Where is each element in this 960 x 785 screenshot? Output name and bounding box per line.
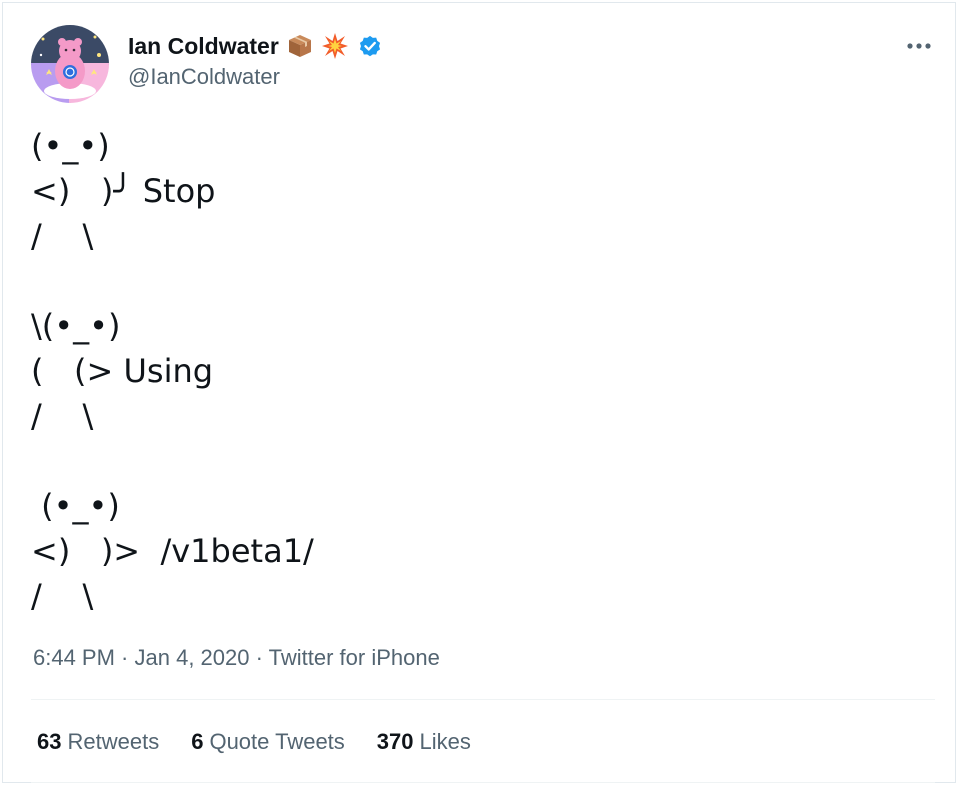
tweet-date: Jan 4, 2020 (134, 645, 250, 670)
tweet-stats: 63 Retweets 6 Quote Tweets 370 Likes (37, 729, 503, 755)
author-name[interactable]: Ian Coldwater (128, 33, 279, 60)
retweets-count: 63 (37, 729, 62, 754)
retweets-label: Retweets (67, 729, 160, 754)
divider (31, 699, 935, 700)
tweet-text: (•_•) <) )╯ Stop / \ \(•_•) ( (> Using /… (31, 127, 314, 615)
avatar[interactable] (31, 25, 109, 103)
tweet-metadata: 6:44 PM · Jan 4, 2020 · Twitter for iPho… (33, 645, 440, 671)
tweet-time-link[interactable]: 6:44 PM · Jan 4, 2020 (33, 645, 249, 670)
likes-count: 370 (376, 729, 414, 754)
verified-badge-icon (357, 33, 383, 59)
collision-icon (321, 32, 349, 60)
quote-tweets-stat[interactable]: 6 Quote Tweets (191, 729, 345, 755)
tweet-card: Ian Coldwater @IanColdwater (•_•) <))╯ … (2, 2, 956, 783)
retweets-stat[interactable]: 63 Retweets (37, 729, 159, 755)
tweet-source-link[interactable]: Twitter for iPhone (269, 645, 440, 670)
meta-separator: · (114, 645, 135, 670)
meta-separator: · (249, 645, 269, 670)
quote-tweets-count: 6 (191, 729, 204, 754)
package-icon (287, 33, 313, 59)
divider (31, 782, 935, 783)
more-options-button[interactable] (901, 33, 937, 59)
avatar-image (31, 25, 109, 103)
likes-stat[interactable]: 370 Likes (377, 729, 471, 755)
more-icon (907, 43, 931, 49)
author-name-row[interactable]: Ian Coldwater (128, 31, 383, 61)
quote-tweets-label: Quote Tweets (209, 729, 345, 754)
tweet-time: 6:44 PM (33, 645, 115, 670)
author-handle[interactable]: @IanColdwater (128, 64, 280, 90)
likes-label: Likes (419, 729, 471, 754)
